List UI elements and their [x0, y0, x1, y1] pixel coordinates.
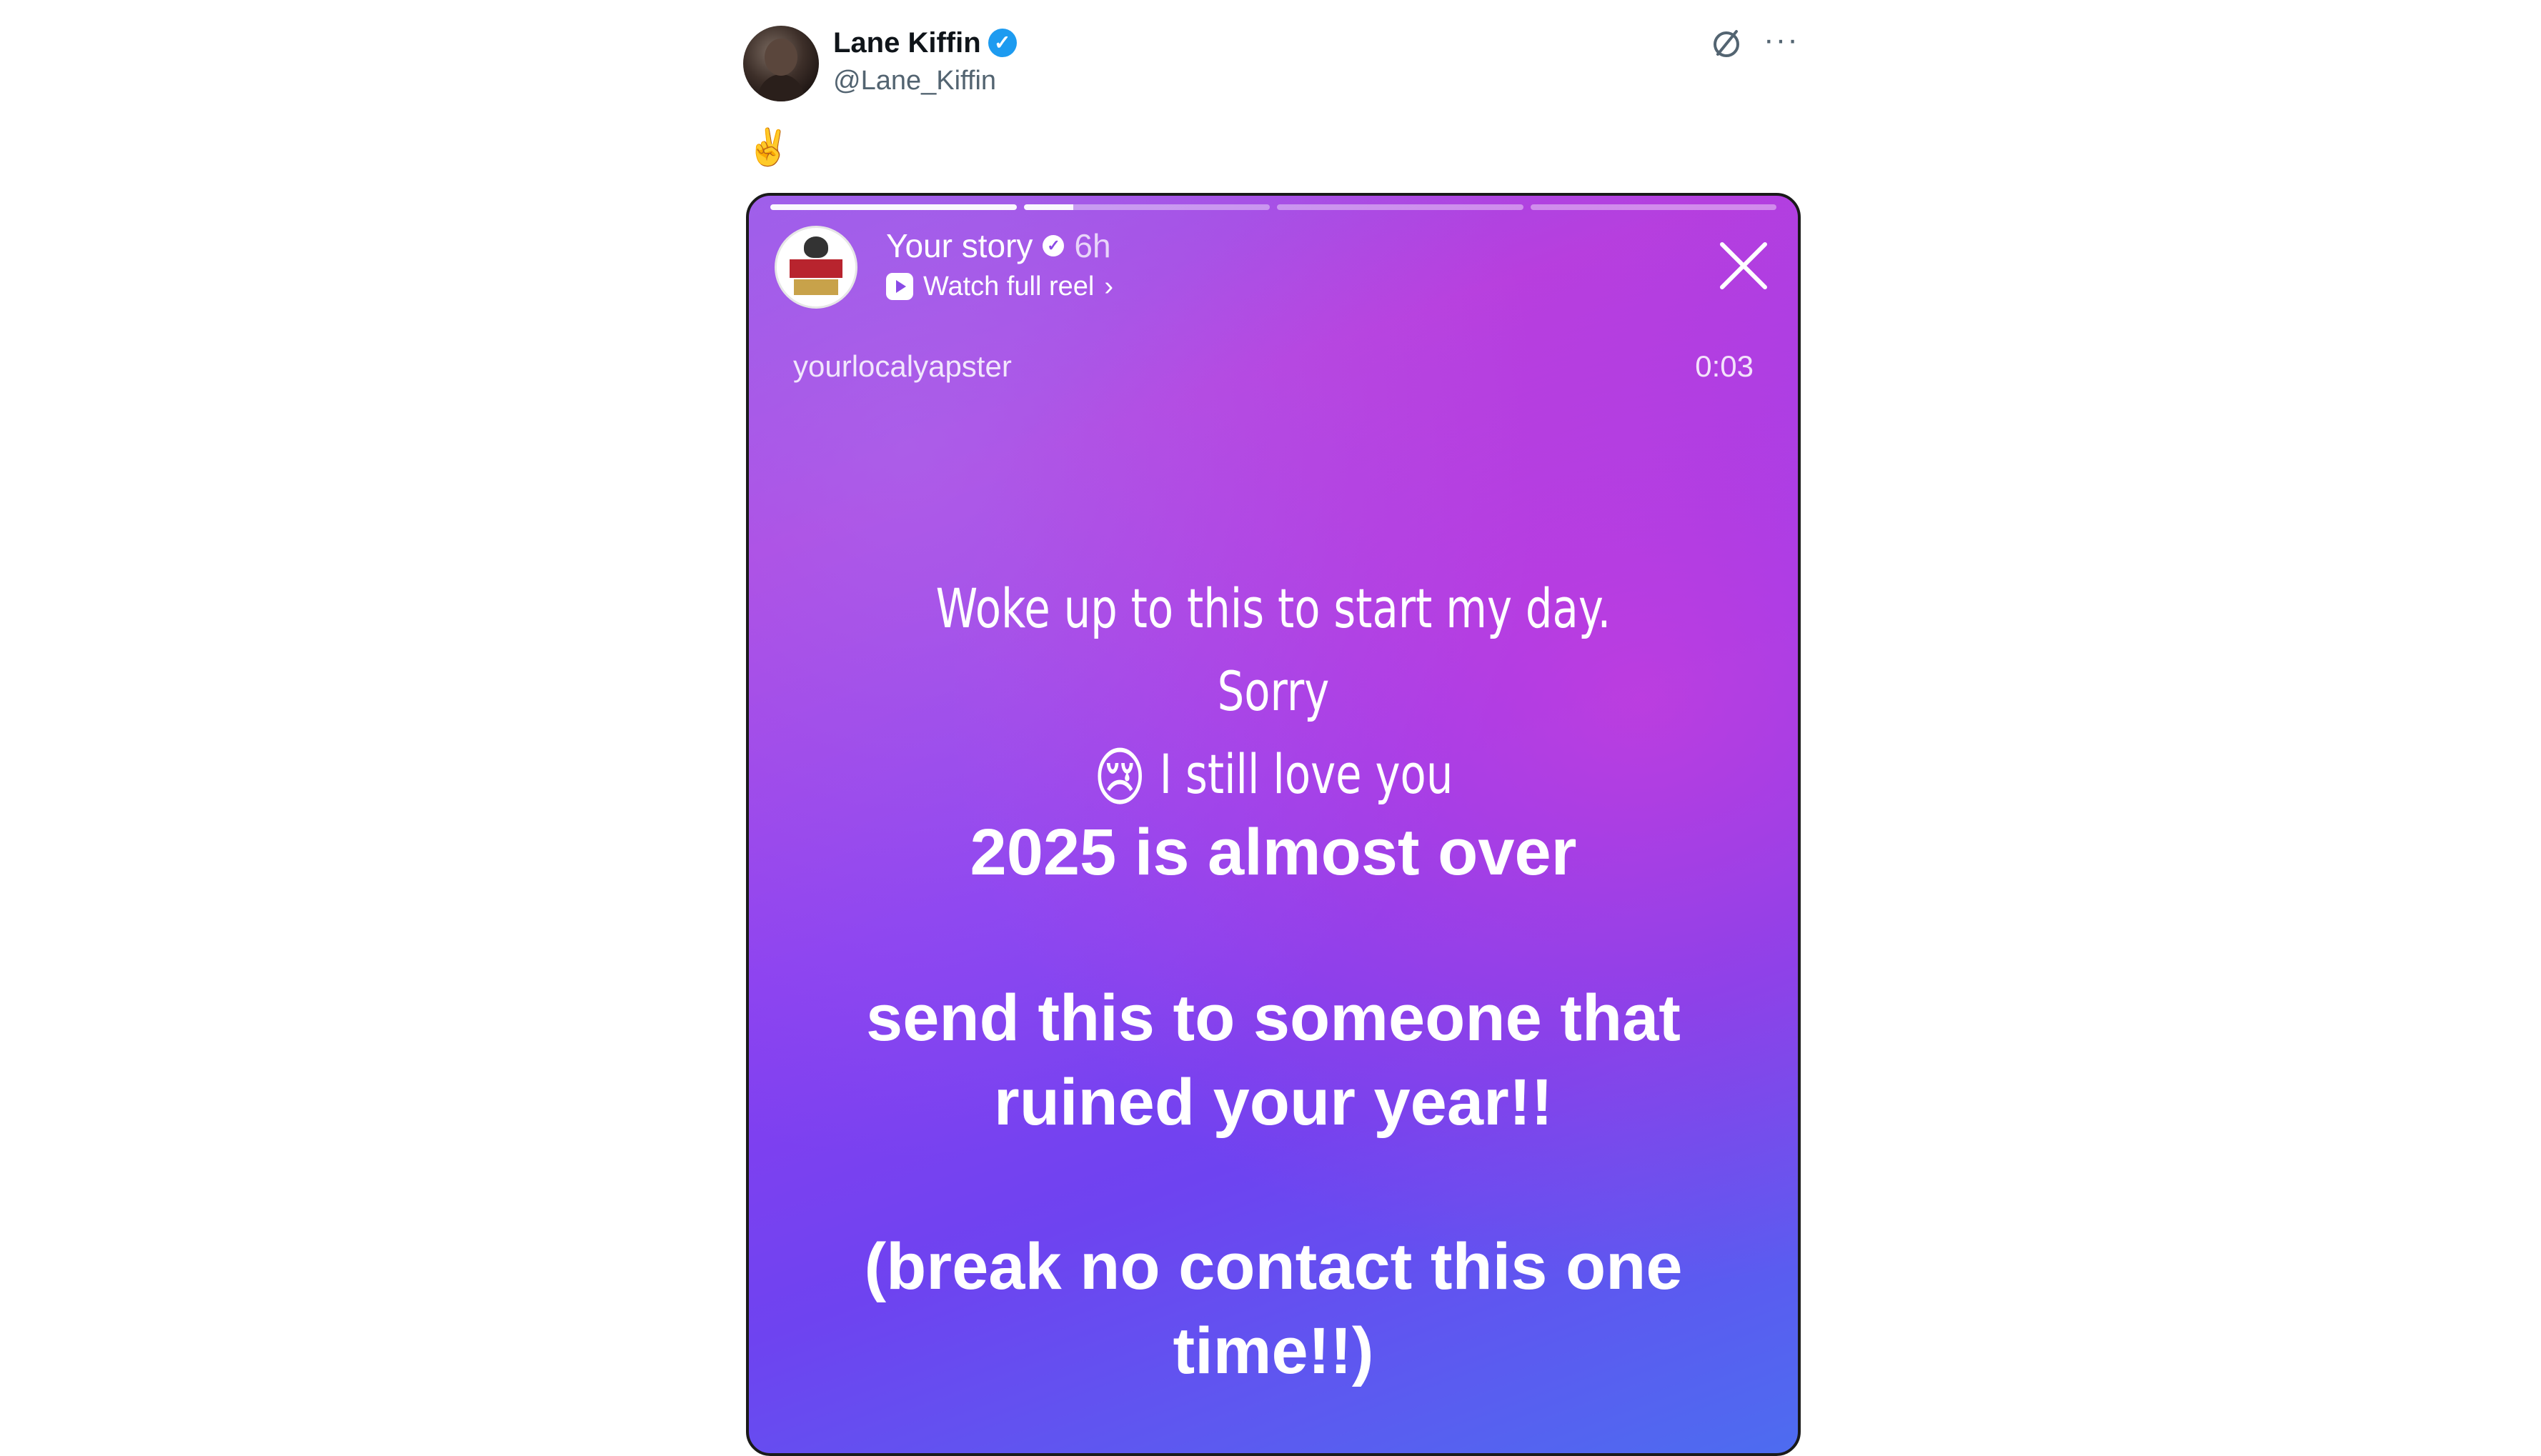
verified-badge-icon: ✓ — [1043, 235, 1065, 256]
story-message-1: 2025 is almost over — [970, 816, 1577, 889]
story-age: 6h — [1074, 227, 1111, 264]
play-icon — [886, 273, 913, 300]
story-message-3: (break no contact this one time!!) — [864, 1230, 1683, 1387]
progress-segment — [1023, 204, 1270, 210]
more-options-icon[interactable]: ··· — [1764, 24, 1804, 60]
story-title[interactable]: Your story — [886, 226, 1033, 266]
story-screenshot[interactable]: Your story ✓ 6h Watch full reel › yourlo… — [746, 193, 1801, 1456]
chevron-right-icon: › — [1104, 271, 1113, 301]
author-handle[interactable]: @Lane_Kiffin — [833, 64, 996, 97]
story-header[interactable]: Your story ✓ 6h — [886, 226, 1111, 266]
watch-full-reel-label[interactable]: Watch full reel — [923, 270, 1094, 303]
author-name[interactable]: Lane Kiffin — [833, 26, 981, 60]
verified-badge-icon: ✓ — [988, 29, 1017, 57]
caption-line-2: I still love you — [1159, 742, 1453, 806]
tweet-text: ✌️ — [746, 127, 791, 167]
author-avatar[interactable] — [743, 26, 819, 101]
progress-segment — [1277, 204, 1523, 210]
caption-line-2-row: 😢 I still love you — [897, 733, 1649, 819]
progress-segment — [770, 204, 1017, 210]
close-icon[interactable] — [1716, 239, 1771, 293]
grok-icon[interactable] — [1709, 26, 1744, 60]
story-message-2: send this to someone that ruined your ye… — [866, 982, 1681, 1139]
logo-base — [794, 279, 838, 295]
reel-username[interactable]: yourlocalyapster — [793, 349, 1012, 384]
caption-line-1: Woke up to this to start my day. Sorry — [935, 577, 1611, 723]
reel-timer: 0:03 — [1695, 349, 1754, 383]
progress-segment — [1530, 204, 1776, 210]
logo-helmet — [804, 236, 828, 258]
author-name-row[interactable]: Lane Kiffin ✓ — [833, 26, 1017, 60]
story-avatar[interactable] — [775, 226, 857, 309]
story-progress-bar — [770, 204, 1776, 210]
watch-full-reel-link[interactable]: Watch full reel › — [886, 270, 1113, 303]
logo-banner — [790, 259, 842, 278]
story-caption: Woke up to this to start my day. Sorry 😢… — [897, 567, 1649, 819]
crying-face-emoji: 😢 — [1093, 740, 1146, 815]
